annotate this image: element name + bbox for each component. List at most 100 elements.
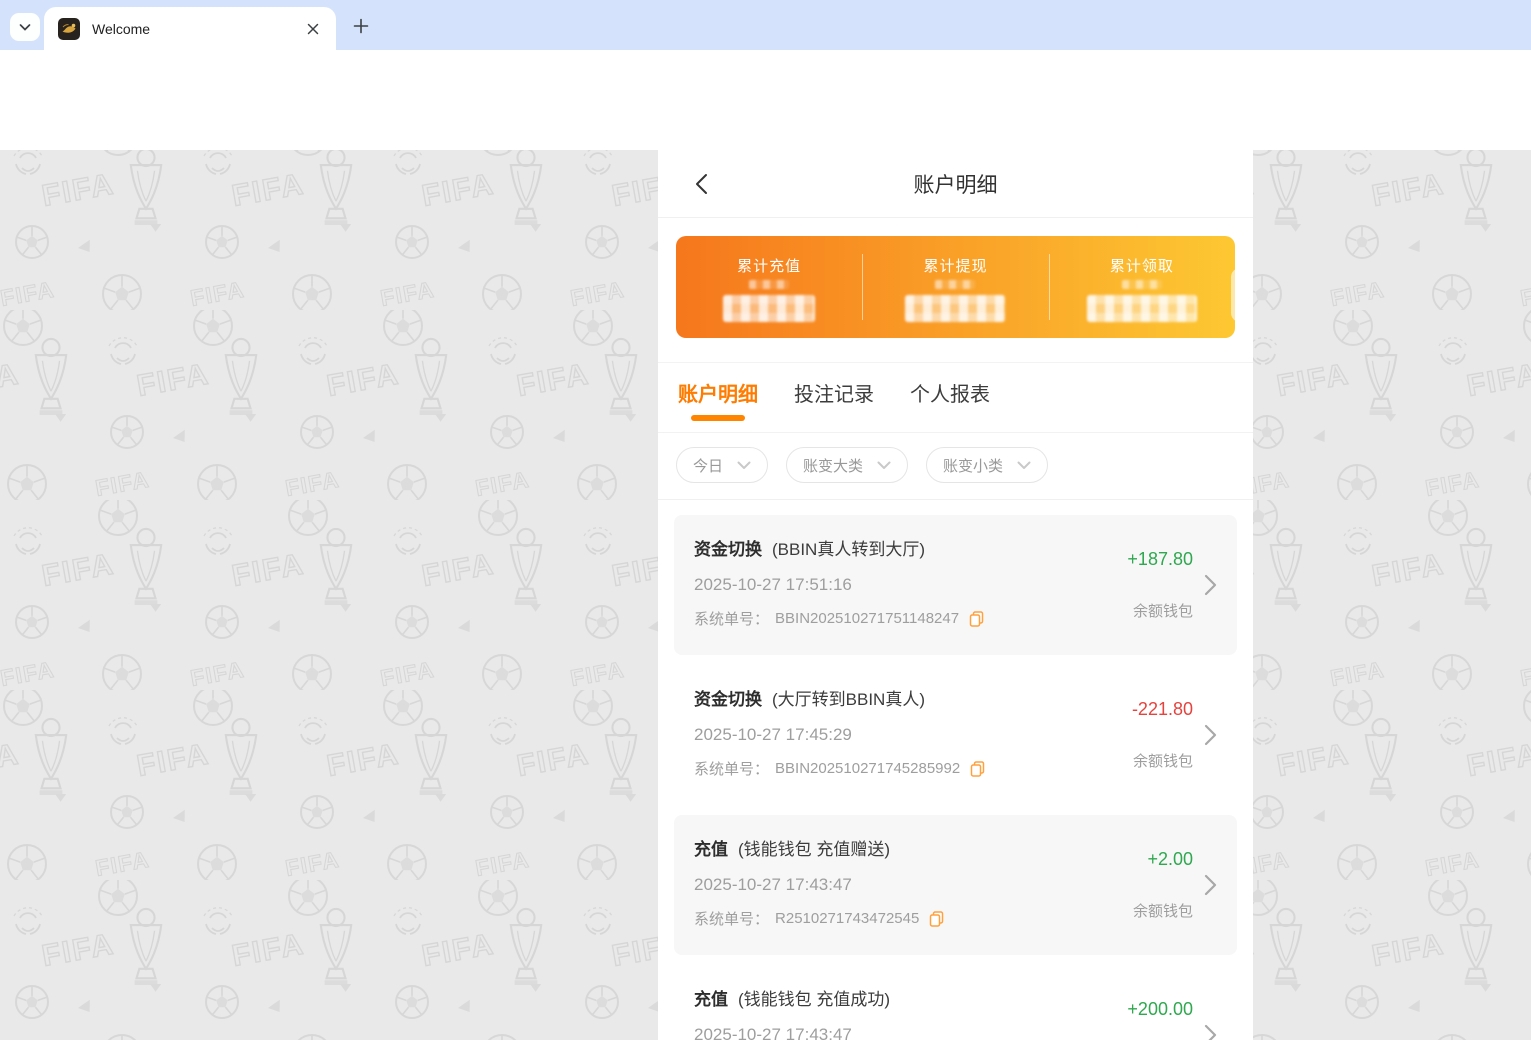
row-chevron[interactable] [1197,985,1223,1040]
summary-item: 累计提现 [862,236,1048,338]
plus-icon [353,18,369,34]
watermark-tile: FIFA FIFA [1328,496,1520,695]
transaction-title: 充值 (钱能钱包 充值赠送) [694,835,1065,860]
chevron-right-icon [1204,574,1216,596]
carousel-next-peek[interactable] [1231,268,1253,322]
transaction-list: 资金切换 (BBIN真人转到大厅) 2025-10-27 17:51:16 系统单… [658,500,1253,1040]
watermark-tile: FIFA FIFA [0,150,190,315]
chevron-down-icon [737,461,751,469]
order-number-label: 系统单号： [694,911,770,928]
transaction-amount-col: +187.80 余额钱包 [1065,535,1193,635]
svg-text:FIFA: FIFA [419,928,497,973]
site-favicon [58,17,80,40]
filter-dropdown-0[interactable]: 今日 [676,447,769,483]
svg-text:FIFA: FIFA [1369,928,1447,973]
filter-dropdown-1[interactable]: 账变大类 [786,447,909,483]
transaction-desc: (钱能钱包 充值成功) [738,990,891,1009]
account-detail-panel: 账户明细 累计充值 累计提现 累计领取 账户明细 投注记录 个人报表 今日 账变大类… [658,150,1253,1040]
watermark-tile: FIFA FIFA [283,306,475,505]
transaction-amount: +2.00 [1147,849,1193,869]
svg-text:FIFA: FIFA [1425,467,1482,500]
svg-text:FIFA: FIFA [1369,168,1447,213]
tab-title: Welcome [92,20,151,37]
tab-close-icon[interactable] [304,20,322,38]
row-chevron[interactable] [1197,835,1223,935]
masked-subvalue [935,280,976,289]
transaction-row[interactable]: 资金切换 (大厅转到BBIN真人) 2025-10-27 17:45:29 系统单… [674,665,1237,805]
svg-text:FIFA: FIFA [1425,847,1482,880]
transaction-desc: (BBIN真人转到大厅) [772,540,925,559]
transaction-datetime: 2025-10-27 17:43:47 [694,1025,852,1040]
transaction-type: 资金切换 [694,690,762,709]
copy-button[interactable] [929,910,944,927]
svg-text:FIFA: FIFA [0,277,57,310]
order-number-value: BBIN202510271751148247 [775,610,960,627]
row-chevron[interactable] [1197,685,1223,785]
svg-text:FIFA: FIFA [1464,738,1531,783]
tab-search-button[interactable] [10,13,40,41]
watermark-tile: FIFA FIFA [1518,500,1531,695]
tab-label: 投注记录 [794,384,874,406]
transaction-row[interactable]: 充值 (钱能钱包 充值赠送) 2025-10-27 17:43:47 系统单号： R… [674,815,1237,955]
page-background: FIFA FIFA FIFA FIFA FIFA FIFA FIFA FIFA … [0,150,1531,1040]
svg-text:FIFA: FIFA [514,358,592,403]
masked-subvalue [1121,280,1162,289]
filter-dropdown-2[interactable]: 账变小类 [926,447,1049,483]
svg-text:FIFA: FIFA [39,168,117,213]
transaction-order-row: 系统单号： BBIN202510271751148247 [694,608,1065,629]
order-number-label: 系统单号： [694,611,770,628]
svg-text:FIFA: FIFA [285,467,342,500]
transaction-info: 充值(钱能钱包 充值成功) 2025-10-27 17:43:47 系统单号：R… [694,985,1065,1040]
svg-text:FIFA: FIFA [1464,358,1531,403]
masked-value [905,295,1006,322]
transaction-amount-col: -221.80 余额钱包 [1065,685,1193,785]
copy-button[interactable] [970,760,985,777]
chevron-down-icon [877,461,891,469]
transaction-type: 充值 [694,990,728,1009]
transaction-row[interactable]: 充值(钱能钱包 充值成功) 2025-10-27 17:43:47 系统单号：R… [674,965,1237,1040]
wallet-label: 余额钱包 [1132,903,1193,920]
chevron-right-icon [1204,1024,1216,1040]
watermark-tile: FIFA FIFA [1233,686,1425,885]
watermark-tile: FIFA FIFA [1518,880,1531,1040]
transaction-row[interactable]: 资金切换 (BBIN真人转到大厅) 2025-10-27 17:51:16 系统单… [674,515,1237,655]
page-header: 账户明细 [658,150,1253,218]
tab-label: 账户明细 [678,384,758,406]
watermark-tile: FIFA FIFA [1423,310,1531,505]
svg-text:FIFA: FIFA [514,738,592,783]
svg-text:FIFA: FIFA [1520,277,1531,310]
svg-text:FIFA: FIFA [419,168,497,213]
svg-text:FIFA: FIFA [190,277,247,310]
order-number-label: 系统单号： [694,761,770,778]
transaction-order-row: 系统单号： R2510271743472545 [694,908,1065,929]
watermark-tile: FIFA FIFA [188,150,380,315]
svg-text:FIFA: FIFA [1369,548,1447,593]
transaction-amount: +200.00 [1127,999,1193,1019]
svg-text:FIFA: FIFA [134,358,212,403]
svg-text:FIFA: FIFA [380,277,437,310]
transaction-info: 资金切换 (BBIN真人转到大厅) 2025-10-27 17:51:16 系统单… [694,535,1065,635]
tab-bet-records[interactable]: 投注记录 [794,372,874,423]
transaction-title: 资金切换 (大厅转到BBIN真人) [694,685,1065,710]
new-tab-button[interactable] [348,13,374,39]
transaction-amount-col: +2.00 余额钱包 [1065,835,1193,935]
back-chevron-button[interactable] [686,169,716,199]
svg-text:FIFA: FIFA [324,738,402,783]
active-tab-underline [691,415,745,421]
copy-button[interactable] [969,610,984,627]
watermark-tile: FIFA FIFA [473,306,665,505]
svg-text:FIFA: FIFA [39,548,117,593]
tab-personal-report[interactable]: 个人报表 [910,372,990,423]
svg-text:FIFA: FIFA [570,657,627,690]
browser-tab[interactable]: Welcome [44,7,336,50]
copy-icon [969,610,984,627]
svg-text:FIFA: FIFA [190,657,247,690]
watermark-tile: FIFA FIFA [473,686,665,885]
row-chevron[interactable] [1197,535,1223,635]
svg-text:FIFA: FIFA [1520,657,1531,690]
transaction-type: 充值 [694,840,728,859]
page-title: 账户明细 [913,173,998,197]
watermark-tile: FIFA FIFA [93,686,285,885]
tab-account-detail[interactable]: 账户明细 [678,372,758,423]
transaction-datetime: 2025-10-27 17:43:47 [694,875,852,894]
